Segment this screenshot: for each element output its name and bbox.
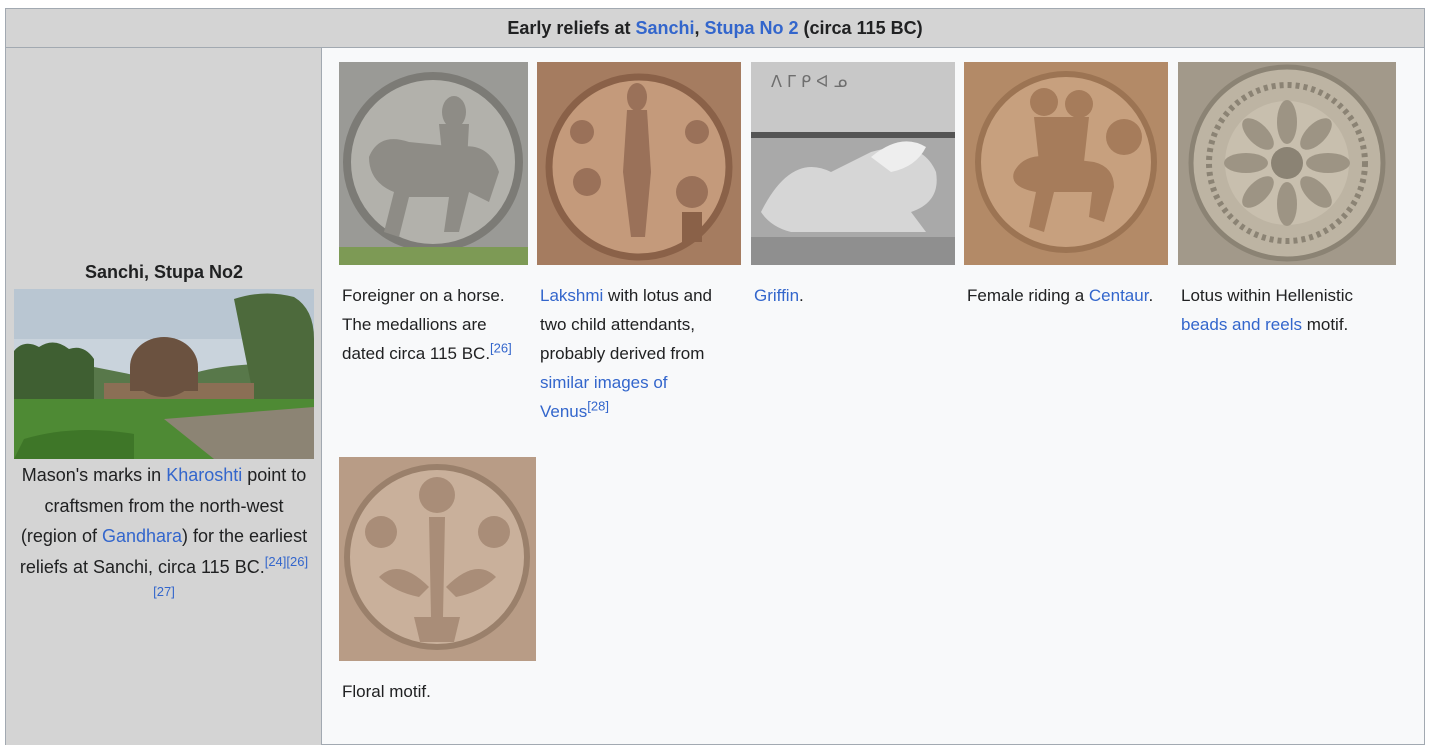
link-sanchi[interactable]: Sanchi bbox=[635, 18, 694, 38]
sidebar-title: Sanchi, Stupa No2 bbox=[84, 262, 244, 282]
ref-26[interactable]: [26] bbox=[490, 340, 512, 355]
lotus-relief-image[interactable] bbox=[1178, 62, 1396, 265]
caption-griffin: Griffin. bbox=[754, 281, 950, 310]
ref-24[interactable]: [24] bbox=[265, 554, 287, 569]
ref-27[interactable]: [27] bbox=[153, 584, 175, 599]
link-beads-and-reels[interactable]: beads and reels bbox=[1181, 315, 1302, 334]
caption-text: Lotus within Hellenistic bbox=[1181, 286, 1353, 305]
svg-text:ᐱ ᒥ ᑭ ᐊ ᓄ: ᐱ ᒥ ᑭ ᐊ ᓄ bbox=[771, 72, 848, 91]
header-suffix: (circa 115 BC) bbox=[798, 18, 923, 38]
ref-26[interactable]: [26] bbox=[286, 554, 308, 569]
link-centaur[interactable]: Centaur bbox=[1089, 286, 1149, 305]
caption-text: . bbox=[1148, 286, 1154, 305]
link-stupa-no-2[interactable]: Stupa No 2 bbox=[705, 18, 799, 38]
caption-text: Mason's marks in bbox=[21, 465, 167, 485]
caption-foreigner: Foreigner on a horse. The medallions are… bbox=[342, 281, 522, 368]
header-prefix: Early reliefs at bbox=[507, 18, 636, 38]
caption-text: Floral motif. bbox=[342, 682, 431, 701]
floral-relief-image[interactable] bbox=[339, 457, 536, 661]
link-lakshmi[interactable]: Lakshmi bbox=[540, 286, 603, 305]
caption-text: motif. bbox=[1301, 315, 1349, 334]
lakshmi-relief-image[interactable] bbox=[537, 62, 741, 265]
sidebar-caption: Mason's marks in Kharoshti point to craf… bbox=[14, 460, 314, 613]
link-kharoshti[interactable]: Kharoshti bbox=[166, 465, 242, 485]
gallery-table: Early reliefs at Sanchi, Stupa No 2 (cir… bbox=[5, 8, 1425, 745]
table-header: Early reliefs at Sanchi, Stupa No 2 (cir… bbox=[6, 9, 1424, 48]
caption-text: . bbox=[799, 286, 804, 305]
caption-text: Foreigner on a horse. The medallions are… bbox=[342, 286, 505, 363]
centaur-relief-image[interactable] bbox=[964, 62, 1168, 265]
header-separator: , bbox=[694, 18, 705, 38]
caption-text: Female riding a bbox=[967, 286, 1089, 305]
foreigner-relief-image[interactable] bbox=[339, 62, 528, 265]
caption-floral: Floral motif. bbox=[342, 677, 538, 706]
griffin-relief-image[interactable]: ᐱ ᒥ ᑭ ᐊ ᓄ bbox=[751, 62, 955, 265]
stupa-photo[interactable] bbox=[14, 289, 314, 459]
link-similar-images-of-venus[interactable]: similar images of Venus bbox=[540, 373, 668, 421]
caption-lotus: Lotus within Hellenistic beads and reels… bbox=[1181, 281, 1391, 339]
caption-centaur: Female riding a Centaur. bbox=[967, 281, 1163, 310]
caption-lakshmi: Lakshmi with lotus and two child attenda… bbox=[540, 281, 736, 426]
link-griffin[interactable]: Griffin bbox=[754, 286, 799, 305]
ref-28[interactable]: [28] bbox=[587, 398, 609, 413]
link-gandhara[interactable]: Gandhara bbox=[102, 526, 182, 546]
sidebar-panel: Sanchi, Stupa No2 Mason's marks in Kharo… bbox=[6, 48, 322, 745]
